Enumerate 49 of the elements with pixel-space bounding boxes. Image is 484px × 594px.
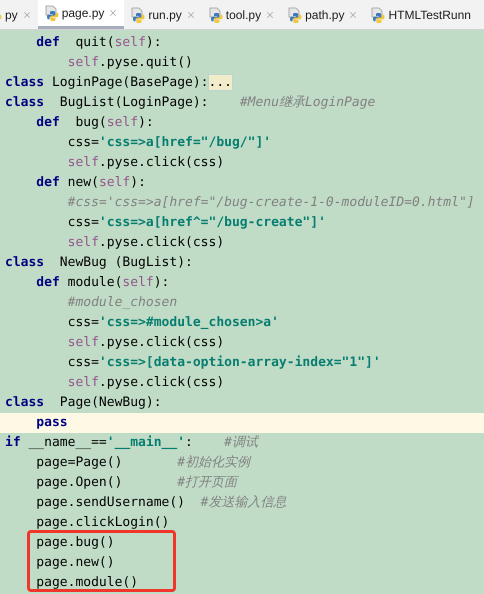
tab-label: HTMLTestRunn <box>388 6 471 24</box>
file-icon <box>44 5 60 21</box>
code-line: class BugList(LoginPage): #Menu继承LoginPage <box>4 94 376 112</box>
code-line: self.pyse.click(css) <box>66 234 226 252</box>
code-line: page.clickLogin() <box>35 514 170 532</box>
code-line: css='css=>#module_chosen>a' <box>66 314 280 332</box>
code-line: class NewBug (BugList): <box>4 254 194 272</box>
tab-label: page.py <box>62 5 104 22</box>
code-line: class LoginPage(BasePage):... <box>4 74 233 92</box>
code-line: def module(self): <box>35 274 170 292</box>
tab-label: py <box>5 6 18 24</box>
file-icon <box>287 6 304 22</box>
close-icon[interactable] <box>108 8 118 18</box>
code-line: page.module() <box>35 574 140 592</box>
code-line: #module_chosen <box>66 294 178 312</box>
editor-tab[interactable]: tool.py <box>202 0 282 29</box>
close-icon[interactable] <box>186 10 196 20</box>
editor-tab[interactable]: path.py <box>281 0 364 29</box>
editor-tab[interactable]: page.py <box>38 0 124 29</box>
tab-label: path.py <box>305 6 344 24</box>
code-line: def new(self): <box>35 174 147 192</box>
editor-tab[interactable]: HTMLTestRunn <box>364 0 477 29</box>
code-line: self.pyse.quit() <box>66 54 194 72</box>
code-line: self.pyse.click(css) <box>66 154 226 172</box>
code-line: self.pyse.click(css) <box>66 334 226 352</box>
code-line: page.Open() #打开页面 <box>35 474 240 492</box>
close-icon[interactable] <box>22 10 32 20</box>
code-line: def quit(self): <box>35 34 163 52</box>
code-line: css='css=>a[href="/bug/"]' <box>66 134 272 152</box>
file-icon <box>208 6 224 22</box>
file-icon <box>130 6 146 22</box>
editor-tab[interactable]: run.py <box>124 0 202 29</box>
code-line: page=Page() #初始化实例 <box>35 454 252 472</box>
tab-label: tool.py <box>226 6 262 24</box>
tab-label: run.py <box>148 6 182 24</box>
code-line: page.bug() <box>35 534 116 552</box>
close-icon[interactable] <box>348 10 358 20</box>
code-line: css='css=>a[href^="/bug-create"]' <box>66 214 327 232</box>
code-line: def bug(self): <box>35 114 155 132</box>
close-icon[interactable] <box>265 10 276 20</box>
code-line: #css='css=>a[href="/bug-create-1-0-moduleID=0.html"] <box>66 194 476 212</box>
code-line: if __name__=='__main__': #调试 <box>4 434 260 452</box>
code-line: class Page(NewBug): <box>4 394 163 412</box>
code-line: page.sendUsername() #发送输入信息 <box>35 494 288 512</box>
code-line: page.new() <box>35 554 116 572</box>
code-line: css='css=>[data-option-array-index="1"]' <box>66 354 382 372</box>
code-line: self.pyse.click(css) <box>66 374 226 392</box>
editor-tab[interactable]: py <box>0 0 38 29</box>
file-icon <box>370 6 386 22</box>
